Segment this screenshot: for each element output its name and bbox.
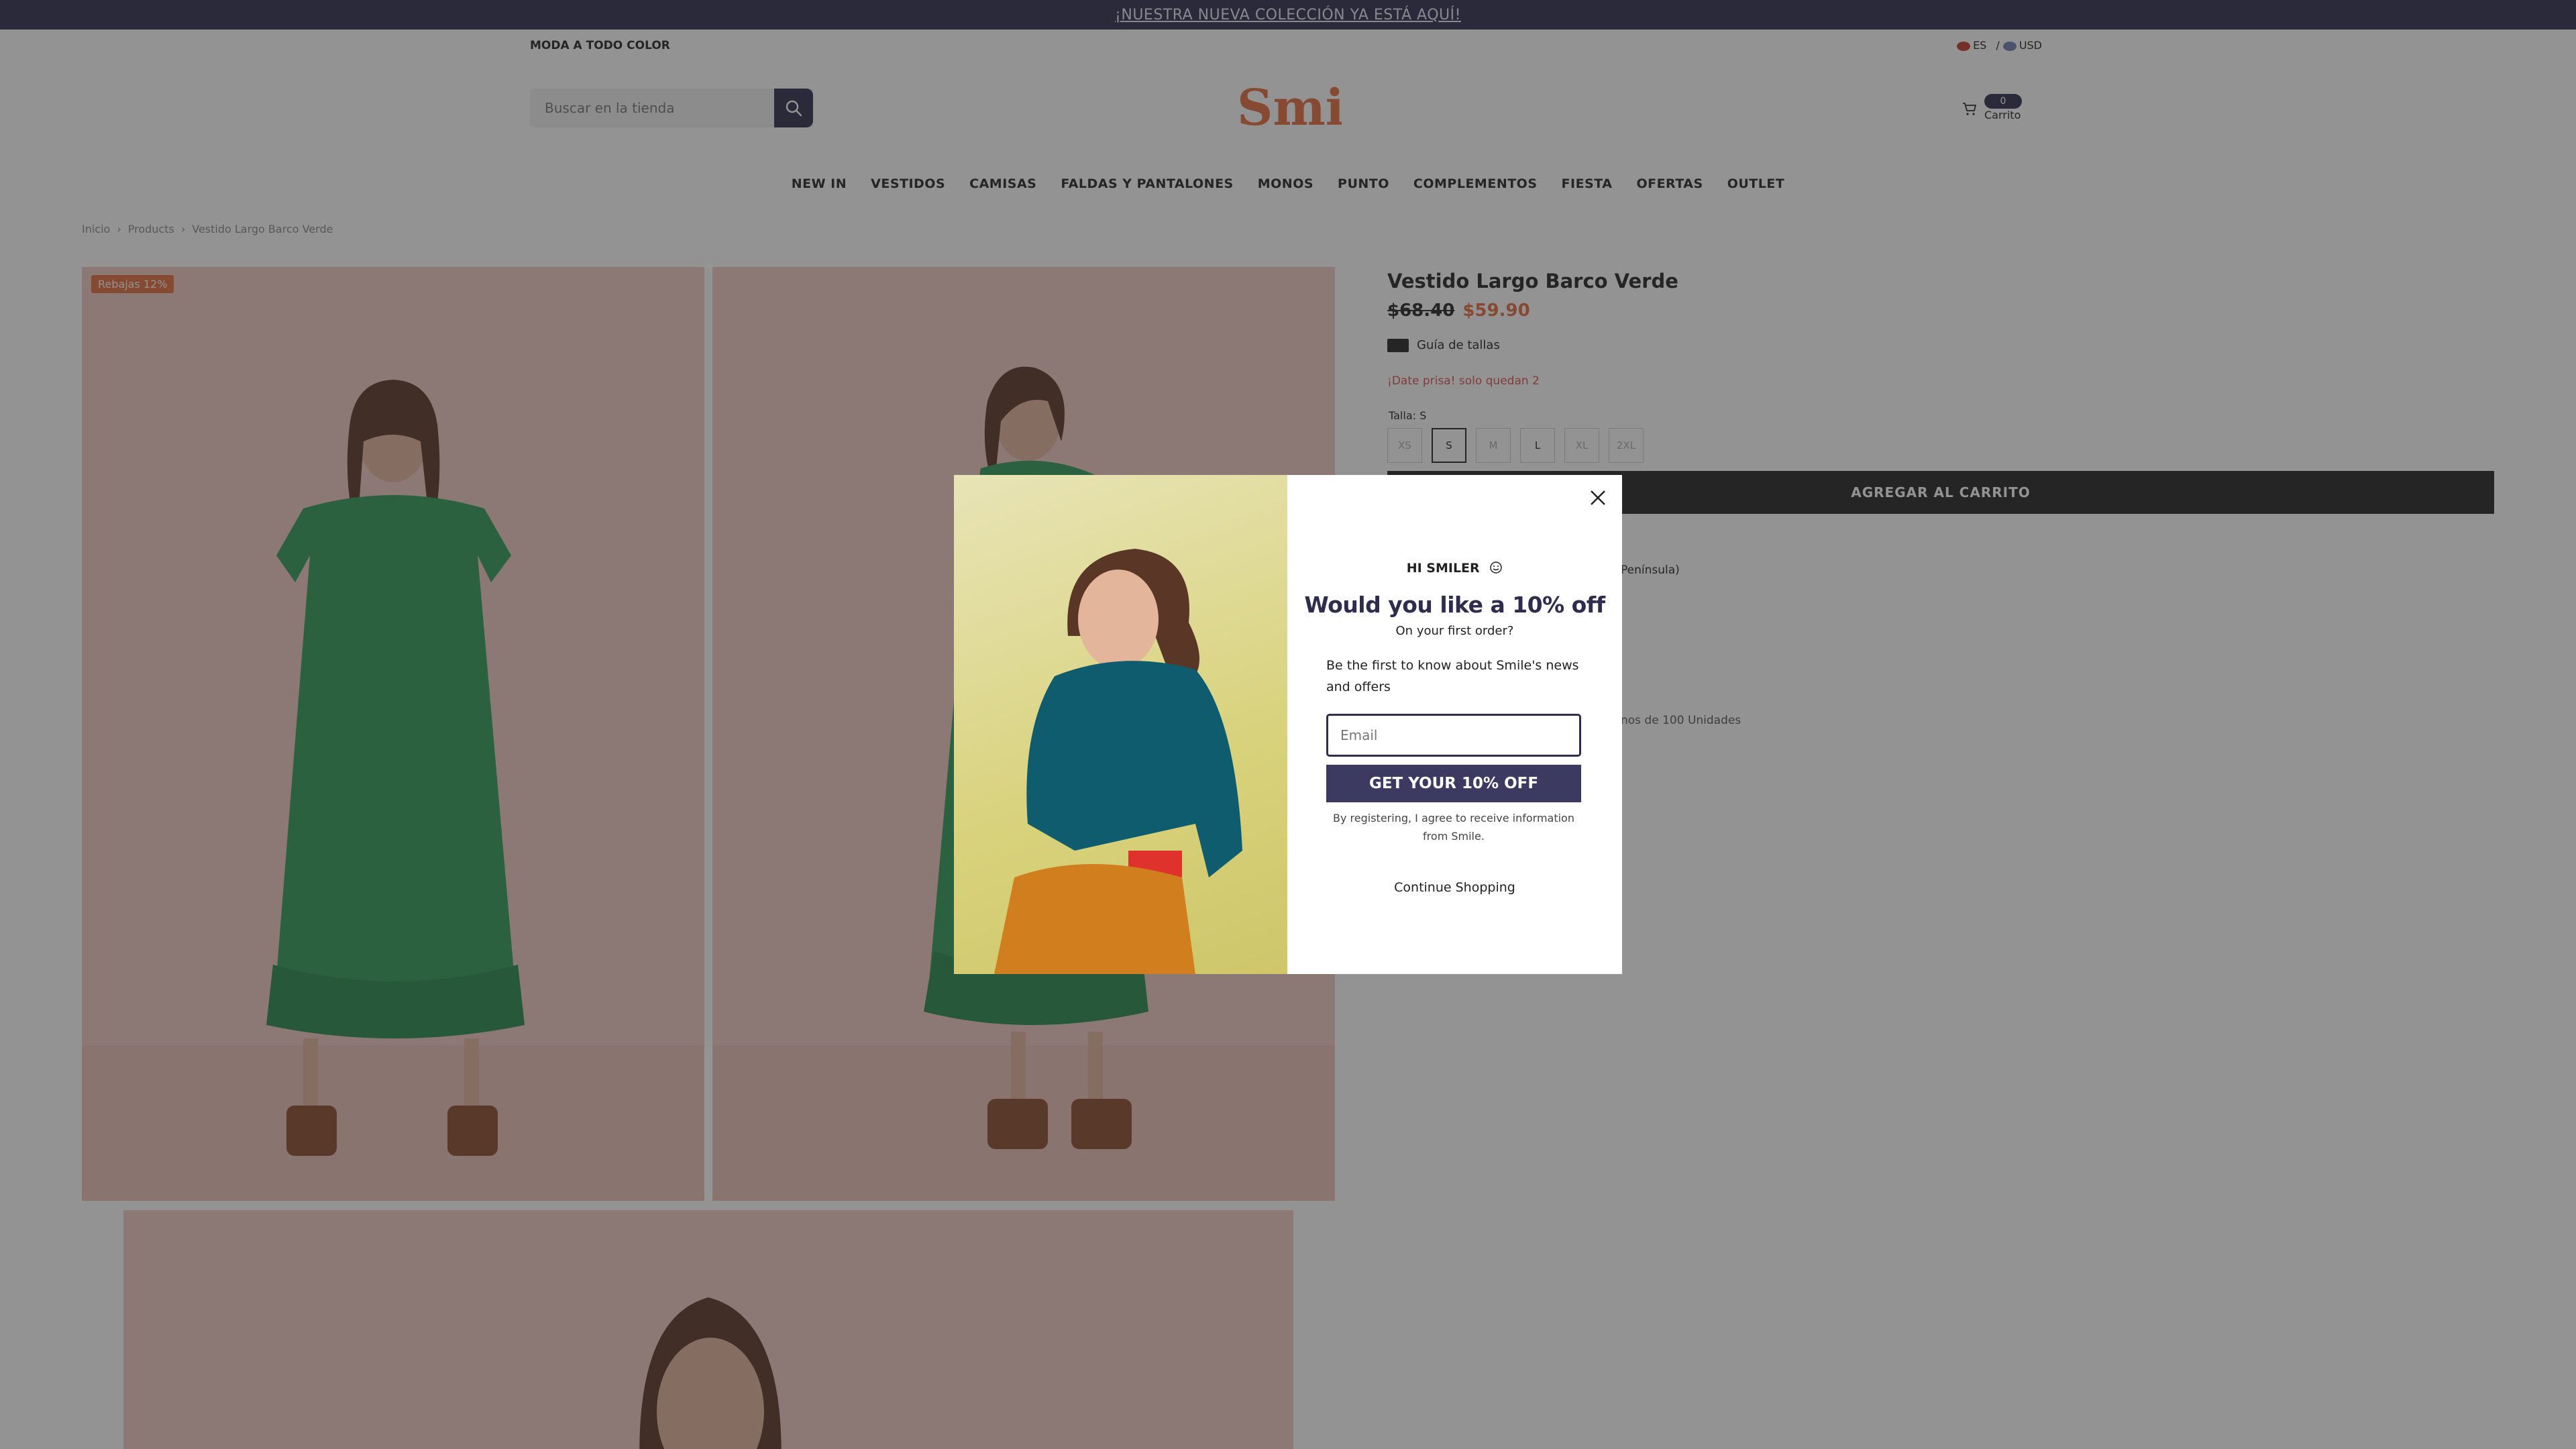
popup-content: HI SMILER Would you like a 10% off On yo… — [1287, 475, 1622, 974]
legal-text: By registering, I agree to receive infor… — [1333, 812, 1574, 843]
close-button[interactable] — [1586, 486, 1610, 510]
continue-shopping-link[interactable]: Continue Shopping — [1287, 880, 1622, 895]
popup-greeting: HI SMILER — [1287, 561, 1622, 576]
popup-body-text: Be the first to know about Smile's news … — [1326, 658, 1579, 694]
smiley-icon — [1490, 561, 1503, 574]
newsletter-popup: HI SMILER Would you like a 10% off On yo… — [954, 475, 1622, 974]
greeting-text: HI SMILER — [1406, 561, 1480, 576]
email-field[interactable] — [1326, 714, 1581, 757]
popup-image — [954, 475, 1287, 974]
popup-subheadline: On your first order? — [1395, 624, 1514, 638]
get-discount-button[interactable]: GET YOUR 10% OFF — [1326, 765, 1581, 802]
popup-headline: Would you like a 10% off — [1304, 592, 1605, 618]
model-photo — [994, 549, 1242, 974]
close-icon — [1591, 490, 1605, 505]
